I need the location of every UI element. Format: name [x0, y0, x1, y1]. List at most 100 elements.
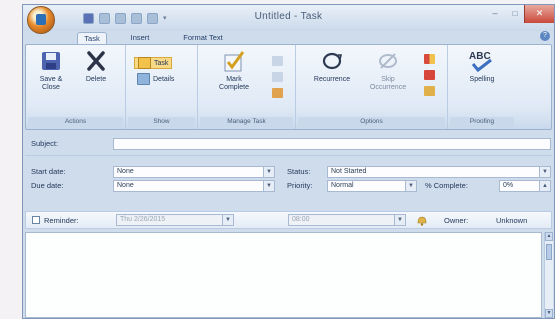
reminder-date-field[interactable]: Thu 2/26/2015 ▼: [116, 214, 234, 226]
reminder-row: Reminder: Thu 2/26/2015 ▼ 08:00 ▼ Owner:…: [25, 211, 552, 229]
status-label: Status:: [287, 167, 311, 176]
mark-complete-label: Mark Complete: [219, 76, 249, 91]
task-form: Subject: Start date: None ▼ Status: Not …: [25, 133, 552, 192]
categorize-icon: [424, 54, 435, 64]
status-select[interactable]: Not Started ▼: [327, 166, 551, 178]
delete-x-icon: [84, 49, 108, 73]
group-actions: Save & Close Delete Actions: [26, 45, 126, 129]
reminder-time-dropdown-icon[interactable]: ▼: [394, 215, 405, 225]
delete-label: Delete: [85, 76, 107, 83]
group-options: Recurrence Skip Occurrence Options: [296, 45, 448, 129]
group-label-options: Options: [298, 117, 445, 127]
group-label-show: Show: [128, 117, 195, 127]
priority-select[interactable]: Normal ▼: [327, 180, 417, 192]
checkmark-icon: [222, 49, 246, 73]
save-close-button[interactable]: Save & Close: [32, 49, 70, 92]
details-icon: [137, 73, 150, 85]
group-show: Task Details Show: [126, 45, 198, 129]
reminder-date-value: Thu 2/26/2015: [120, 216, 166, 223]
due-date-dropdown-icon[interactable]: ▼: [263, 181, 274, 191]
categorize-button[interactable]: [424, 53, 435, 65]
ribbon: Save & Close Delete Actions Task Details…: [25, 44, 552, 130]
due-date-value: None: [117, 182, 134, 189]
group-label-manage-task: Manage Task: [200, 117, 293, 127]
mark-complete-button[interactable]: Mark Complete: [206, 49, 262, 92]
percent-complete-value: 0%: [503, 182, 514, 189]
reminder-date-dropdown-icon[interactable]: ▼: [222, 215, 233, 225]
details-button[interactable]: Details: [137, 73, 174, 85]
scroll-down-icon[interactable]: ▼: [545, 309, 553, 318]
delete-button[interactable]: Delete: [76, 49, 116, 84]
due-row: Due date: None ▼ Priority: Normal ▼ % Co…: [25, 179, 552, 193]
minimize-button[interactable]: –: [484, 5, 506, 23]
percent-complete-label: % Complete:: [425, 181, 468, 190]
assign-task-button[interactable]: [272, 55, 283, 67]
private-button[interactable]: [424, 85, 435, 97]
follow-up-button[interactable]: [424, 69, 435, 81]
spelling-button[interactable]: ABC Spelling: [454, 49, 510, 84]
save-icon: [39, 49, 63, 73]
assign-task-icon: [272, 56, 283, 66]
skip-occurrence-button[interactable]: Skip Occurrence: [362, 49, 414, 92]
task-body-textarea[interactable]: [25, 232, 542, 318]
spelling-abc-icon: ABC: [467, 49, 497, 73]
task-window: ▾ Untitled - Task – □ ✕ Task Insert Form…: [22, 4, 555, 319]
owner-label: Owner:: [444, 216, 469, 225]
options-flag-button[interactable]: [272, 87, 283, 99]
reminder-bell-icon[interactable]: [416, 215, 428, 226]
priority-label: Priority:: [287, 181, 313, 190]
group-proofing: ABC Spelling Proofing: [448, 45, 516, 129]
body-scrollbar[interactable]: ▲ ▼: [544, 232, 553, 318]
tab-task[interactable]: Task: [77, 32, 107, 44]
recurrence-button[interactable]: Recurrence: [304, 49, 360, 84]
start-row: Start date: None ▼ Status: Not Started ▼: [25, 165, 552, 179]
percent-complete-stepper[interactable]: 0% ▲: [499, 180, 551, 192]
office-orb-icon[interactable]: [27, 6, 55, 34]
maximize-button[interactable]: □: [506, 5, 524, 23]
spelling-label: Spelling: [469, 76, 495, 83]
subject-input[interactable]: [113, 138, 551, 150]
outlook-logo-icon: [36, 14, 46, 25]
task-icon: [138, 57, 151, 69]
percent-stepper-icon[interactable]: ▲: [539, 181, 550, 191]
start-date-dropdown-icon[interactable]: ▼: [263, 167, 274, 177]
due-date-label: Due date:: [31, 181, 64, 190]
lock-icon: [424, 86, 435, 96]
recurrence-label: Recurrence: [313, 76, 351, 83]
svg-text:ABC: ABC: [469, 51, 491, 62]
group-manage-task: Mark Complete Manage Task: [198, 45, 296, 129]
start-date-field[interactable]: None ▼: [113, 166, 275, 178]
tab-insert[interactable]: Insert: [123, 32, 157, 44]
divider: [25, 155, 552, 156]
title-bar: ▾ Untitled - Task – □ ✕: [23, 5, 554, 34]
tab-format-text[interactable]: Format Text: [173, 32, 233, 44]
ribbon-tabs: Task Insert Format Text ?: [23, 31, 554, 44]
start-date-label: Start date:: [31, 167, 66, 176]
scroll-up-icon[interactable]: ▲: [545, 232, 553, 241]
details-label: Details: [153, 75, 175, 83]
recurrence-icon: [320, 49, 344, 73]
close-button[interactable]: ✕: [524, 5, 554, 23]
status-value: Not Started: [331, 168, 367, 175]
subject-row: Subject:: [25, 137, 552, 151]
flag-icon: [272, 88, 283, 98]
send-status-icon: [272, 72, 283, 82]
task-view-label: Task: [154, 59, 169, 67]
reminder-checkbox[interactable]: [32, 216, 40, 224]
window-controls: – □ ✕: [484, 5, 554, 23]
help-icon[interactable]: ?: [540, 31, 550, 41]
priority-dropdown-icon[interactable]: ▼: [405, 181, 416, 191]
skip-occurrence-label: Skip Occurrence: [369, 76, 407, 91]
owner-value: Unknown: [496, 216, 528, 225]
reminder-time-value: 08:00: [292, 216, 310, 223]
reminder-time-field[interactable]: 08:00 ▼: [288, 214, 406, 226]
due-date-field[interactable]: None ▼: [113, 180, 275, 192]
priority-value: Normal: [331, 182, 354, 189]
start-date-value: None: [117, 168, 134, 175]
scroll-thumb[interactable]: [546, 244, 552, 260]
task-view-button[interactable]: Task: [134, 57, 173, 69]
save-close-label: Save & Close: [39, 76, 63, 91]
group-label-proofing: Proofing: [450, 117, 514, 127]
send-status-button[interactable]: [272, 71, 283, 83]
status-dropdown-icon[interactable]: ▼: [539, 167, 550, 177]
